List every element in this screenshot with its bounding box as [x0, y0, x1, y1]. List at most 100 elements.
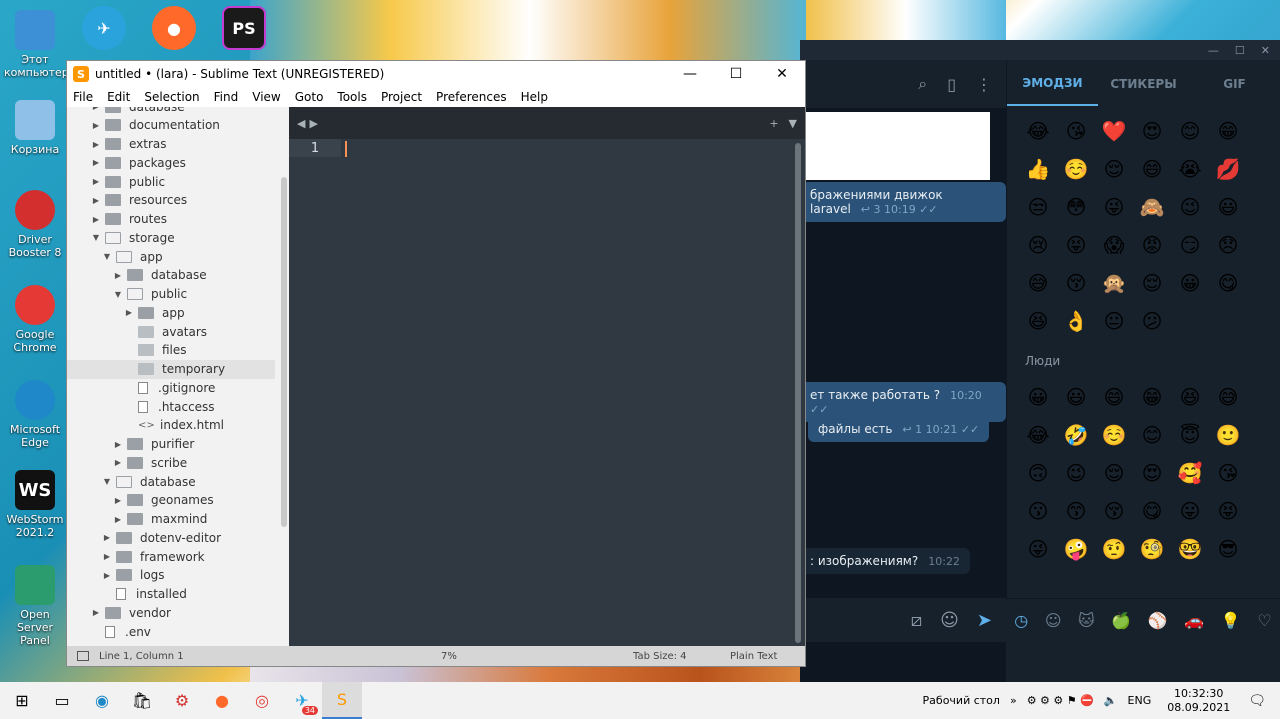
maximize-icon[interactable]: ☐ [1235, 44, 1245, 57]
sidebar-scrollbar[interactable] [281, 177, 287, 527]
desktop-shortcut[interactable]: Driver Booster 8 [4, 190, 66, 259]
activity-category-icon[interactable]: ⚾ [1148, 611, 1168, 630]
tree-item[interactable]: ▶ extras [67, 135, 275, 154]
emoji-tab-1[interactable]: СТИКЕРЫ [1098, 63, 1189, 105]
recent-icon[interactable]: ◷ [1014, 611, 1028, 630]
minimize-button[interactable]: — [667, 61, 713, 87]
tree-item[interactable]: ▼ public [67, 285, 275, 304]
editor-pane[interactable]: ◀ ▶ + ▼ 1 [289, 107, 805, 647]
more-icon[interactable]: ⋮ [976, 75, 992, 94]
tree-item[interactable]: ▶ database [67, 266, 275, 285]
message-bubble[interactable]: файлы есть ↩ 1 10:21 ✓✓ [808, 416, 990, 442]
emoji-item[interactable]: 💋 [1209, 150, 1247, 188]
emoji-item[interactable]: 😢 [1019, 226, 1057, 264]
desktop-shortcut[interactable]: Этот компьютер [4, 10, 69, 79]
emoji-item[interactable]: 😄 [1095, 378, 1133, 416]
tree-item[interactable]: ▶ resources [67, 191, 275, 210]
emoji-item[interactable]: 🙃 [1019, 454, 1057, 492]
volume-icon[interactable]: 🔈 [1104, 694, 1118, 707]
tree-item[interactable]: ▶ documentation [67, 116, 275, 135]
language-indicator[interactable]: ENG [1128, 694, 1152, 707]
emoji-item[interactable]: 😙 [1057, 492, 1095, 530]
clock[interactable]: 10:32:30 08.09.2021 [1167, 687, 1230, 715]
tree-item[interactable]: ▶ maxmind [67, 510, 275, 529]
tree-item[interactable]: temporary [67, 359, 275, 379]
emoji-item[interactable]: 😞 [1209, 226, 1247, 264]
emoji-item[interactable]: 😊 [1133, 416, 1171, 454]
phpstorm-icon[interactable]: PS [222, 6, 266, 50]
emoji-item[interactable]: 👍 [1019, 150, 1057, 188]
emoji-item[interactable]: 😘 [1057, 112, 1095, 150]
tree-item[interactable]: ▶ database [67, 107, 275, 116]
taskbar-telegram-icon[interactable]: ✈ 34 [282, 682, 322, 719]
emoji-item[interactable]: 😅 [1019, 264, 1057, 302]
emoji-item[interactable]: 😀 [1019, 378, 1057, 416]
emoji-item[interactable]: 🥰 [1171, 454, 1209, 492]
editor-scrollbar[interactable] [795, 143, 801, 643]
message-bubble[interactable]: : изображениям? 10:22 [800, 548, 970, 574]
emoji-item[interactable]: 😒 [1019, 188, 1057, 226]
tree-item[interactable]: ▶ packages [67, 153, 275, 172]
menu-find[interactable]: Find [214, 90, 239, 104]
minimize-icon[interactable]: — [1208, 44, 1219, 57]
taskbar-chrome-icon[interactable]: ◎ [242, 682, 282, 719]
emoji-item[interactable]: 😌 [1095, 454, 1133, 492]
menu-preferences[interactable]: Preferences [436, 90, 507, 104]
emoji-item[interactable]: ☺️ [1057, 150, 1095, 188]
menu-help[interactable]: Help [521, 90, 548, 104]
emoji-item[interactable]: 😡 [1133, 226, 1171, 264]
tree-item[interactable]: .gitignore [67, 378, 275, 397]
emoji-item[interactable]: 😚 [1095, 492, 1133, 530]
desktop-shortcut[interactable]: Корзина [4, 100, 66, 156]
sidebar-toggle-icon[interactable] [77, 651, 89, 661]
tree-item[interactable]: ▼ storage [67, 228, 275, 247]
desktop-shortcut[interactable]: WS WebStorm 2021.2 [4, 470, 66, 539]
notifications-icon[interactable]: 🗨 [1248, 693, 1266, 709]
tree-item[interactable]: ▶ public [67, 172, 275, 191]
firefox-icon[interactable]: ● [152, 6, 196, 50]
emoji-item[interactable]: 😉 [1057, 454, 1095, 492]
emoji-icon[interactable]: ☺ [940, 610, 959, 631]
emoji-item[interactable]: 😚 [1057, 264, 1095, 302]
windows-start-icon[interactable]: ⊞ [2, 682, 42, 719]
emoji-item[interactable]: 🙊 [1095, 264, 1133, 302]
message-bubble[interactable]: бражениями движок laravel ↩ 3 10:19 ✓✓ [800, 182, 1006, 222]
emoji-item[interactable]: 😂 [1019, 112, 1057, 150]
close-icon[interactable]: ✕ [1261, 44, 1270, 57]
emoji-item[interactable]: 🧐 [1133, 530, 1171, 568]
emoji-item[interactable]: 😃 [1057, 378, 1095, 416]
emoji-item[interactable]: 😗 [1019, 492, 1057, 530]
search-icon[interactable]: ⌕ [918, 74, 927, 94]
tree-item[interactable]: ▶ framework [67, 547, 275, 566]
tree-item[interactable]: ▶ dotenv-editor [67, 528, 275, 547]
emoji-item[interactable]: 😭 [1171, 150, 1209, 188]
emoji-item[interactable]: 😅 [1209, 378, 1247, 416]
emoji-item[interactable]: 😝 [1057, 226, 1095, 264]
menu-view[interactable]: View [252, 90, 280, 104]
task-view-icon[interactable]: ▭ [42, 682, 82, 719]
tree-item[interactable]: .htaccess [67, 397, 275, 416]
menu-file[interactable]: File [73, 90, 93, 104]
taskbar-sublime-icon[interactable]: S [322, 682, 362, 719]
emoji-item[interactable]: 😐 [1095, 302, 1133, 340]
emoji-item[interactable]: 😳 [1057, 188, 1095, 226]
emoji-item[interactable]: 😇 [1171, 416, 1209, 454]
new-tab-icon[interactable]: + [769, 117, 778, 130]
tree-item[interactable]: ▶ routes [67, 210, 275, 229]
sidebar-toggle-icon[interactable]: ▯ [947, 75, 956, 94]
commands-icon[interactable]: ⧄ [911, 610, 922, 631]
tray-overflow-icon[interactable]: » [1010, 694, 1017, 707]
store-icon[interactable]: 🛍 [122, 682, 162, 719]
message-image-preview[interactable] [800, 112, 990, 180]
animals-category-icon[interactable]: 🐱 [1078, 611, 1095, 630]
emoji-item[interactable]: 😄 [1133, 150, 1171, 188]
taskbar-driver-booster-icon[interactable]: ⚙ [162, 682, 202, 719]
tree-item[interactable]: ▼ app [67, 247, 275, 266]
tree-item[interactable]: ▶ scribe [67, 453, 275, 472]
tab-nav-right-icon[interactable]: ▶ [309, 117, 317, 130]
menu-edit[interactable]: Edit [107, 90, 130, 104]
status-syntax[interactable]: Plain Text [730, 651, 777, 662]
symbols-category-icon[interactable]: ♡ [1257, 611, 1271, 630]
emoji-item[interactable]: 😁 [1133, 378, 1171, 416]
emoji-item[interactable]: 😛 [1171, 492, 1209, 530]
